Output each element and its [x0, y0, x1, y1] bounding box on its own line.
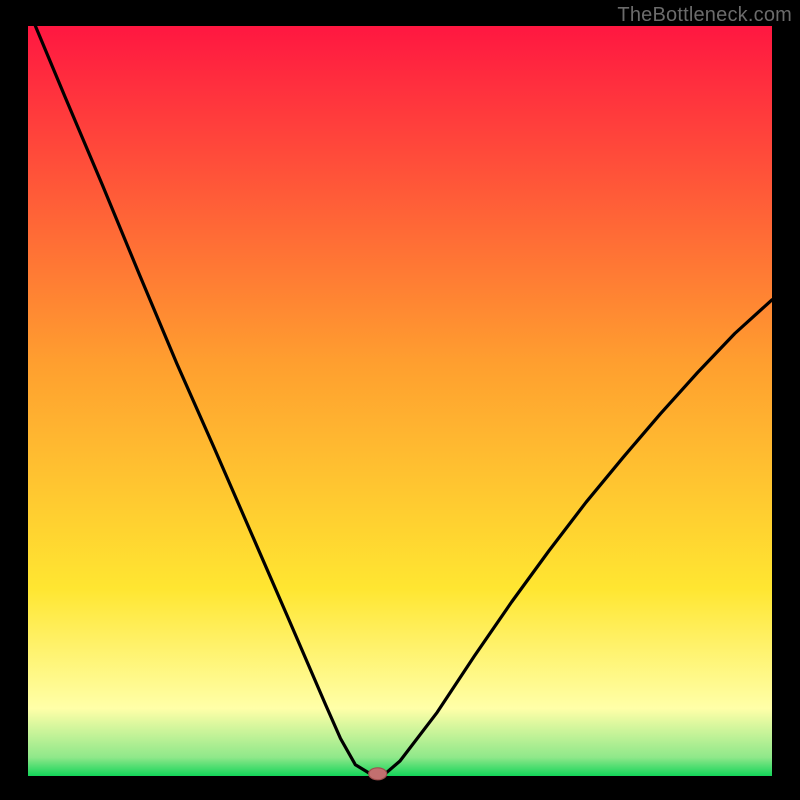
- optimal-point-marker: [369, 768, 387, 780]
- plot-area: [28, 26, 772, 776]
- watermark-label: TheBottleneck.com: [617, 4, 792, 27]
- chart-svg: [0, 0, 800, 800]
- chart-container: TheBottleneck.com: [0, 0, 800, 800]
